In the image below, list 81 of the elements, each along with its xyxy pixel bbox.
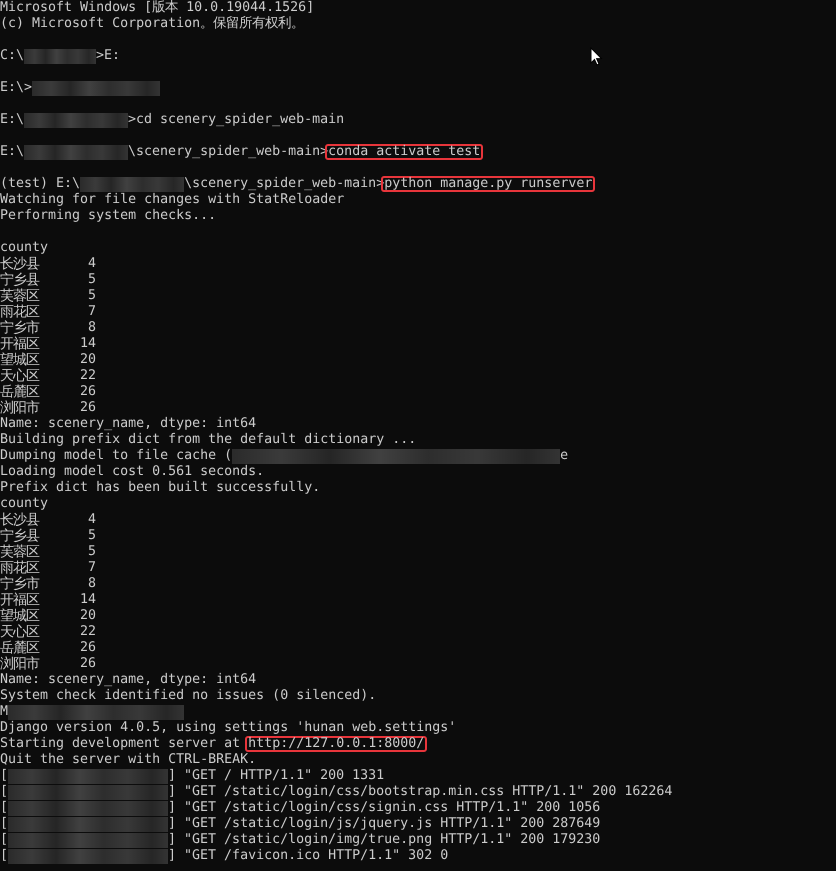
console-text: Performing system checks... xyxy=(0,208,216,224)
count-value: 8 xyxy=(86,320,96,336)
county-name: 浏阳市 xyxy=(0,400,40,416)
console-text: M xyxy=(0,704,8,720)
county-name: 雨花区 xyxy=(0,304,40,320)
count-value: 14 xyxy=(78,592,96,608)
county-name: 雨花区 xyxy=(0,560,40,576)
count-value: 26 xyxy=(78,656,96,672)
county-name: 开福区 xyxy=(0,336,40,352)
console-text: >E: xyxy=(96,48,120,64)
count-value: 20 xyxy=(78,608,96,624)
console-text: >cd scenery_spider_web-main xyxy=(128,112,344,128)
count-value: 4 xyxy=(86,256,96,272)
highlighted-text: python manage.py runserver xyxy=(381,176,596,192)
count-value: 26 xyxy=(78,640,96,656)
console-text: ] "GET /static/login/css/signin.css HTTP/1.1" 200 1056 xyxy=(168,800,600,816)
count-value: 7 xyxy=(86,304,96,320)
count-value: 22 xyxy=(78,368,96,384)
county-name: 望城区 xyxy=(0,608,40,624)
console-text: ] "GET /static/login/css/bootstrap.min.css HTTP/1.1" 200 162264 xyxy=(168,784,672,800)
console-text: [ xyxy=(0,832,8,848)
console-text: Building prefix dict from the default dictionary ... xyxy=(0,432,416,448)
console-text: [ xyxy=(0,768,8,784)
console-text: Quit the server with CTRL-BREAK. xyxy=(0,752,256,768)
console-text: [ xyxy=(0,800,8,816)
console-text: E:\> xyxy=(0,80,32,96)
console-text: System check identified no issues (0 silenced). xyxy=(0,688,376,704)
county-name: 天心区 xyxy=(0,368,40,384)
county-name: 岳麓区 xyxy=(0,384,40,400)
console-text: E:\ xyxy=(0,144,24,160)
mouse-pointer-icon xyxy=(590,47,603,66)
count-value: 14 xyxy=(78,336,96,352)
console-text: ] "GET /static/login/js/jquery.js HTTP/1.1" 200 287649 xyxy=(168,816,600,832)
console-text: Watching for file changes with StatReloader xyxy=(0,192,344,208)
console-text: [ xyxy=(0,816,8,832)
county-name: 芙蓉区 xyxy=(0,544,40,560)
console-text: C:\ xyxy=(0,48,24,64)
county-name: 宁乡市 xyxy=(0,576,40,592)
count-value: 5 xyxy=(86,288,96,304)
county-name: 浏阳市 xyxy=(0,656,40,672)
county-name: 开福区 xyxy=(0,592,40,608)
count-value: 5 xyxy=(86,544,96,560)
console-text: county xyxy=(0,240,48,256)
console-text: Name: scenery_name, dtype: int64 xyxy=(0,672,256,688)
county-name: 长沙县 xyxy=(0,256,40,272)
console-text: e xyxy=(560,448,568,464)
console-text: ] "GET /static/login/img/true.png HTTP/1.1" 200 179230 xyxy=(168,832,600,848)
console-text: Dumping model to file cache ( xyxy=(0,448,232,464)
county-name: 望城区 xyxy=(0,352,40,368)
county-name: 岳麓区 xyxy=(0,640,40,656)
console-text: ] "GET /favicon.ico HTTP/1.1" 302 0 xyxy=(168,848,448,864)
count-value: 20 xyxy=(78,352,96,368)
county-name: 宁乡县 xyxy=(0,272,40,288)
county-name: 长沙县 xyxy=(0,512,40,528)
count-value: 26 xyxy=(78,384,96,400)
console-text: ] "GET / HTTP/1.1" 200 1331 xyxy=(168,768,384,784)
count-value: 22 xyxy=(78,624,96,640)
console-text: Microsoft Windows [版本 10.0.19044.1526] xyxy=(0,0,314,16)
console-text: E:\ xyxy=(0,112,24,128)
console-text: county xyxy=(0,496,48,512)
console-text: Starting development server at xyxy=(0,736,242,752)
count-value: 26 xyxy=(78,400,96,416)
highlighted-text: conda activate test xyxy=(325,144,484,160)
county-name: 天心区 xyxy=(0,624,40,640)
console-text: Name: scenery_name, dtype: int64 xyxy=(0,416,256,432)
count-value: 8 xyxy=(86,576,96,592)
count-value: 7 xyxy=(86,560,96,576)
highlighted-text: http://127.0.0.1:8000/ xyxy=(245,736,428,752)
console-text: Loading model cost 0.561 seconds. xyxy=(0,464,264,480)
console-text: Prefix dict has been built successfully. xyxy=(0,480,320,496)
county-name: 宁乡市 xyxy=(0,320,40,336)
county-name: 宁乡县 xyxy=(0,528,40,544)
console-text: (test) E:\ xyxy=(0,176,80,192)
console-text: (c) Microsoft Corporation。保留所有权利。 xyxy=(0,16,304,32)
console-text: [ xyxy=(0,848,8,864)
county-name: 芙蓉区 xyxy=(0,288,40,304)
count-value: 5 xyxy=(86,528,96,544)
count-value: 5 xyxy=(86,272,96,288)
console-text: Django version 4.0.5, using settings 'hunan web.settings' xyxy=(0,720,456,736)
console-text: [ xyxy=(0,784,8,800)
count-value: 4 xyxy=(86,512,96,528)
